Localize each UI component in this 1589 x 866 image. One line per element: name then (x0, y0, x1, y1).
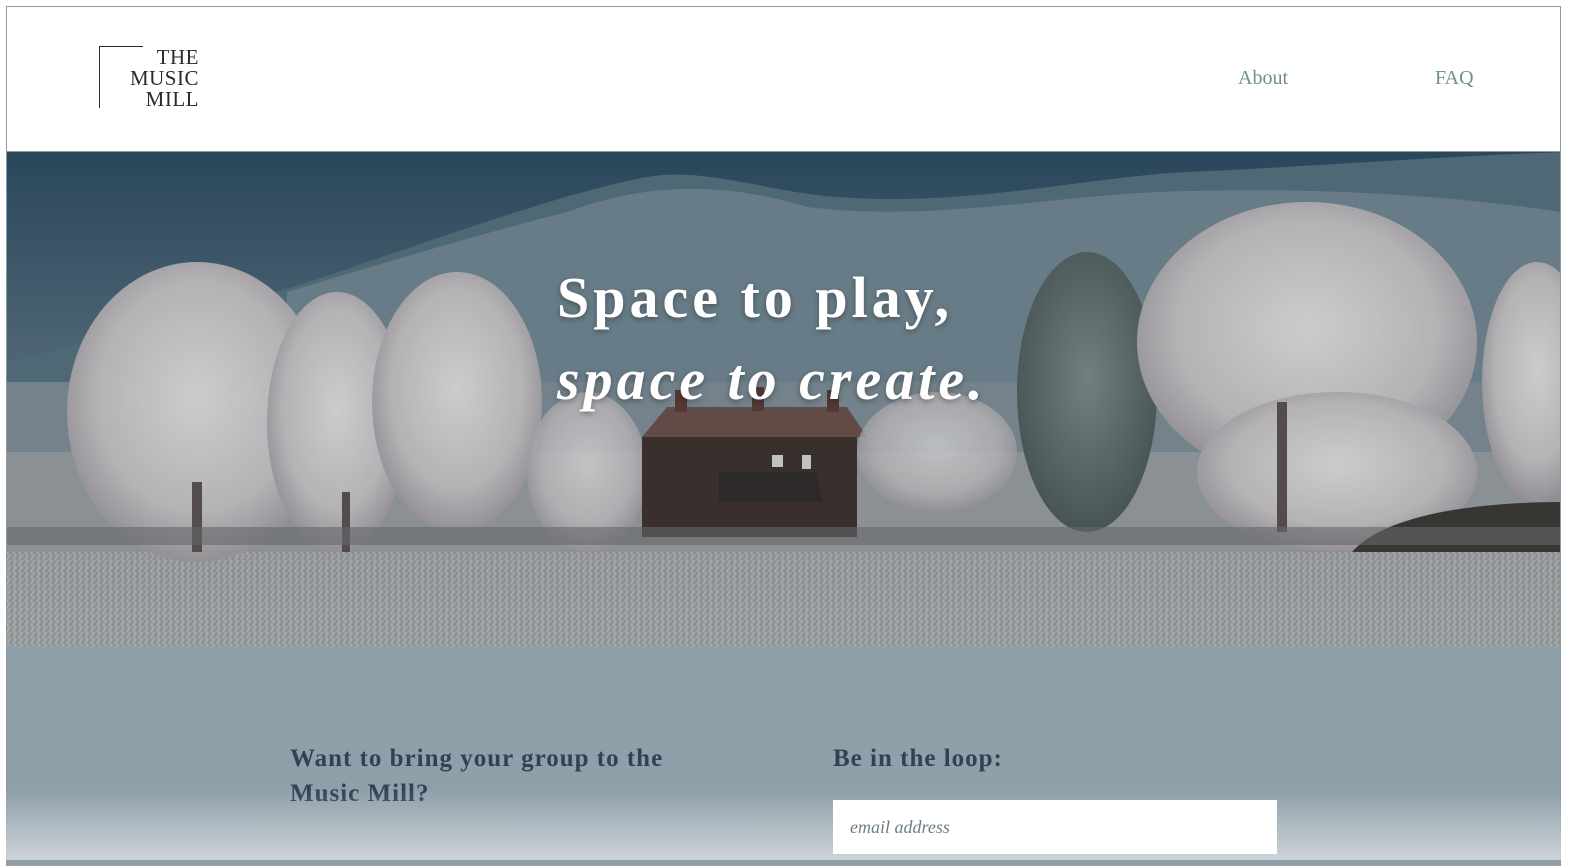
email-address-input[interactable] (833, 800, 1277, 854)
hero-headline: Space to play, space to create. (557, 257, 987, 421)
site-header: THE MUSIC MILL About FAQ (7, 7, 1560, 152)
logo-line-the: THE (156, 45, 199, 69)
logo-line-music: MUSIC (129, 66, 199, 90)
logo-wordmark: THE MUSIC MILL (130, 47, 199, 110)
page-frame: THE MUSIC MILL About FAQ Space to play, … (6, 6, 1561, 866)
nav-faq-link[interactable]: FAQ (1435, 67, 1474, 90)
hero-banner: Space to play, space to create. (7, 152, 1560, 646)
signup-section: Want to bring your group to the Music Mi… (7, 646, 1560, 866)
site-logo[interactable]: THE MUSIC MILL (99, 46, 203, 112)
logo-line-mill: MILL (145, 87, 199, 111)
nav-about-link[interactable]: About (1238, 67, 1288, 90)
newsletter-heading: Be in the loop: (833, 745, 1003, 772)
group-booking-heading: Want to bring your group to the Music Mi… (290, 745, 664, 807)
hero-headline-line1: Space to play, (557, 265, 953, 330)
hero-headline-line2: space to create. (557, 347, 987, 412)
